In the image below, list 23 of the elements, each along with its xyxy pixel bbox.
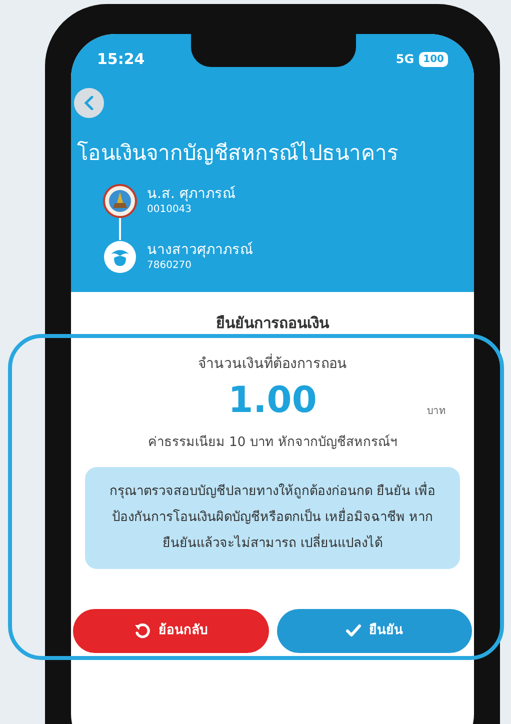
page-title: โอนเงินจากบัญชีสหกรณ์ไปธนาคาร <box>76 140 399 167</box>
back-button[interactable] <box>74 88 104 118</box>
currency-label: บาท <box>427 405 446 419</box>
account-name: นางสาวศุภาภรณ์ <box>147 241 253 259</box>
connector-line <box>119 218 121 240</box>
fee-note: ค่าธรรมเนียม 10 บาท หักจากบัญชีสหกรณ์ฯ <box>148 434 397 452</box>
amount-label: จำนวนเงินที่ต้องการถอน <box>198 354 347 375</box>
check-icon <box>346 624 361 637</box>
warning-message: กรุณาตรวจสอบบัญชีปลายทางให้ถูกต้องก่อนกด ยืนยัน เพื่อป้องกันการโอนเงินผิดบัญชีหรือตกเป็น เหยื่อมิจฉาชีพ หากยืนยันแล้วจะไม่สามารถ เปลี่ยนแปลงได้ <box>85 466 460 568</box>
network-label: 5G <box>396 51 414 68</box>
chevron-left-icon <box>84 96 94 110</box>
status-time: 15:24 <box>97 48 145 70</box>
account-name: น.ส. ศุภาภรณ์ <box>147 185 236 203</box>
bird-emblem-icon <box>103 240 137 274</box>
amount-value: 1.00 <box>228 379 317 423</box>
dialog-heading: ยืนยันการถอนเงิน <box>216 312 329 334</box>
account-number: 7860270 <box>147 259 193 272</box>
confirm-button[interactable]: ยืนยัน <box>276 608 472 652</box>
account-number: 0010043 <box>147 203 193 216</box>
back-button[interactable]: ย้อนกลับ <box>73 608 268 652</box>
undo-icon <box>134 622 150 638</box>
emblem-icon <box>103 184 137 218</box>
battery-indicator: 100 <box>419 52 448 66</box>
